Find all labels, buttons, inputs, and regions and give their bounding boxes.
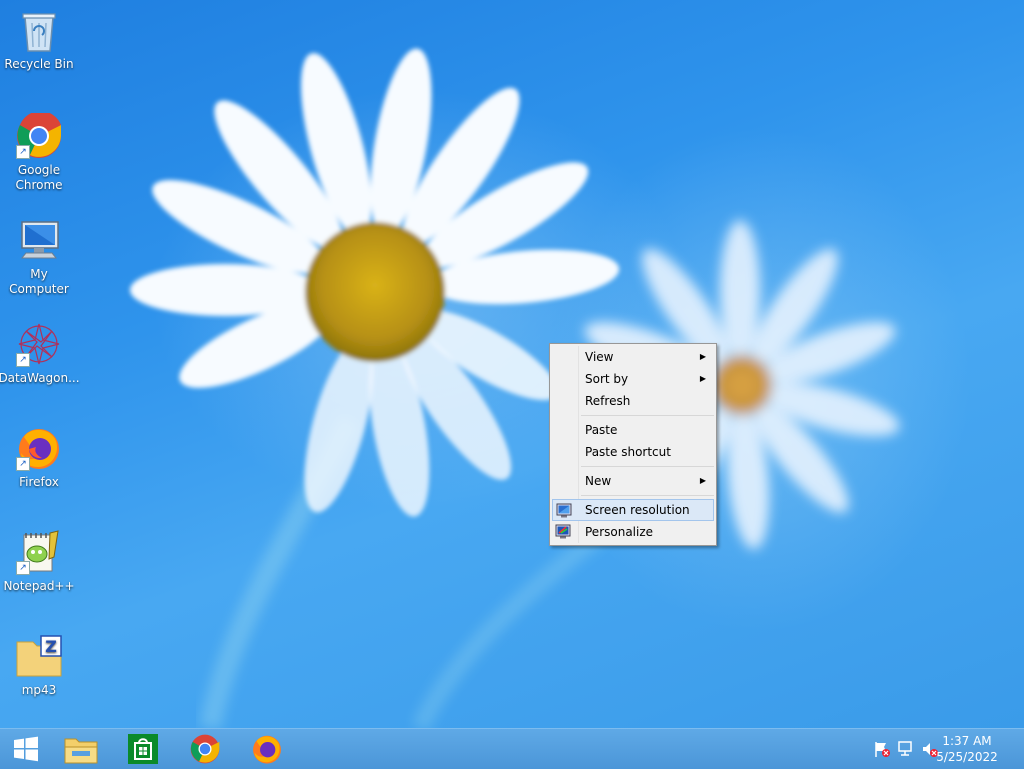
menu-item-paste-shortcut[interactable]: Paste shortcut bbox=[552, 441, 714, 463]
shortcut-arrow-icon: ↗ bbox=[16, 561, 30, 575]
menu-item-screen-resolution[interactable]: Screen resolution bbox=[552, 499, 714, 521]
datawagon-icon: ↗ bbox=[15, 320, 63, 368]
taskbar-file-explorer[interactable] bbox=[55, 731, 107, 767]
shortcut-arrow-icon: ↗ bbox=[16, 457, 30, 471]
menu-item-sort-by[interactable]: Sort by ▶ bbox=[552, 368, 714, 390]
menu-item-label: Paste bbox=[585, 423, 618, 437]
desktop-icon-label: Firefox bbox=[19, 475, 59, 489]
store-icon bbox=[128, 734, 158, 764]
desktop-icon-label: DataWagon... bbox=[0, 371, 80, 385]
desktop-icon-label: My Computer bbox=[9, 267, 69, 296]
daisy-wallpaper bbox=[130, 48, 900, 728]
menu-item-label: Paste shortcut bbox=[585, 445, 671, 459]
screen-resolution-icon bbox=[556, 503, 572, 518]
notepadpp-icon: ↗ bbox=[15, 528, 63, 576]
menu-separator bbox=[581, 466, 714, 467]
menu-item-label: Refresh bbox=[585, 394, 631, 408]
taskbar: 1:37 AM 5/25/2022 bbox=[0, 728, 1024, 769]
desktop-icon-google-chrome[interactable]: ↗ Google Chrome bbox=[0, 112, 78, 193]
menu-item-personalize[interactable]: Personalize bbox=[552, 521, 714, 543]
taskbar-chrome[interactable] bbox=[179, 731, 231, 767]
desktop-icon-my-computer[interactable]: My Computer bbox=[0, 216, 78, 297]
desktop-icon-firefox[interactable]: ↗ Firefox bbox=[0, 424, 78, 490]
menu-item-label: Sort by bbox=[585, 372, 629, 386]
submenu-arrow-icon: ▶ bbox=[699, 476, 706, 485]
recycle-bin-icon bbox=[15, 6, 63, 54]
desktop-icon-mp43[interactable]: Z mp43 bbox=[0, 632, 78, 698]
menu-item-label: Screen resolution bbox=[585, 503, 690, 517]
file-explorer-icon bbox=[64, 738, 98, 764]
desktop[interactable]: Recycle Bin ↗ Google Chrome My Computer … bbox=[0, 0, 1024, 728]
zip-folder-icon: Z bbox=[15, 632, 63, 680]
svg-text:Z: Z bbox=[45, 637, 57, 656]
action-center-flag-icon[interactable] bbox=[873, 740, 891, 758]
taskbar-clock[interactable]: 1:37 AM 5/25/2022 bbox=[932, 733, 1002, 765]
menu-separator bbox=[581, 495, 714, 496]
menu-item-refresh[interactable]: Refresh bbox=[552, 390, 714, 412]
desktop-icon-label: mp43 bbox=[21, 683, 57, 697]
firefox-icon: ↗ bbox=[15, 424, 63, 472]
desktop-icon-label: Notepad++ bbox=[3, 579, 75, 593]
personalize-icon bbox=[555, 524, 571, 539]
desktop-icon-notepadpp[interactable]: ↗ Notepad++ bbox=[0, 528, 78, 594]
taskbar-store[interactable] bbox=[117, 731, 169, 767]
network-icon[interactable] bbox=[897, 740, 915, 758]
chrome-icon: ↗ bbox=[15, 112, 63, 160]
menu-item-label: Personalize bbox=[585, 525, 654, 539]
start-button[interactable] bbox=[0, 731, 52, 767]
desktop-icon-label: Recycle Bin bbox=[4, 57, 74, 71]
computer-icon bbox=[15, 216, 63, 264]
menu-item-label: View bbox=[585, 350, 614, 364]
firefox-icon bbox=[253, 735, 281, 764]
menu-separator bbox=[581, 415, 714, 416]
submenu-arrow-icon: ▶ bbox=[699, 352, 706, 361]
menu-item-paste[interactable]: Paste bbox=[552, 419, 714, 441]
shortcut-arrow-icon: ↗ bbox=[16, 353, 30, 367]
shortcut-arrow-icon: ↗ bbox=[16, 145, 30, 159]
desktop-icon-recycle-bin[interactable]: Recycle Bin bbox=[0, 6, 78, 72]
submenu-arrow-icon: ▶ bbox=[699, 374, 706, 383]
clock-date: 5/25/2022 bbox=[936, 750, 998, 764]
menu-item-new[interactable]: New ▶ bbox=[552, 470, 714, 492]
windows-logo-icon bbox=[14, 736, 38, 762]
desktop-context-menu: View ▶ Sort by ▶ Refresh Paste Paste sho… bbox=[549, 343, 717, 546]
menu-item-view[interactable]: View ▶ bbox=[552, 346, 714, 368]
clock-time: 1:37 AM bbox=[942, 734, 992, 748]
taskbar-firefox[interactable] bbox=[241, 731, 293, 767]
desktop-icon-datawagon[interactable]: ↗ DataWagon... bbox=[0, 320, 80, 386]
chrome-icon bbox=[190, 734, 220, 764]
menu-item-label: New bbox=[585, 474, 612, 488]
desktop-icon-label: Google Chrome bbox=[15, 163, 63, 192]
